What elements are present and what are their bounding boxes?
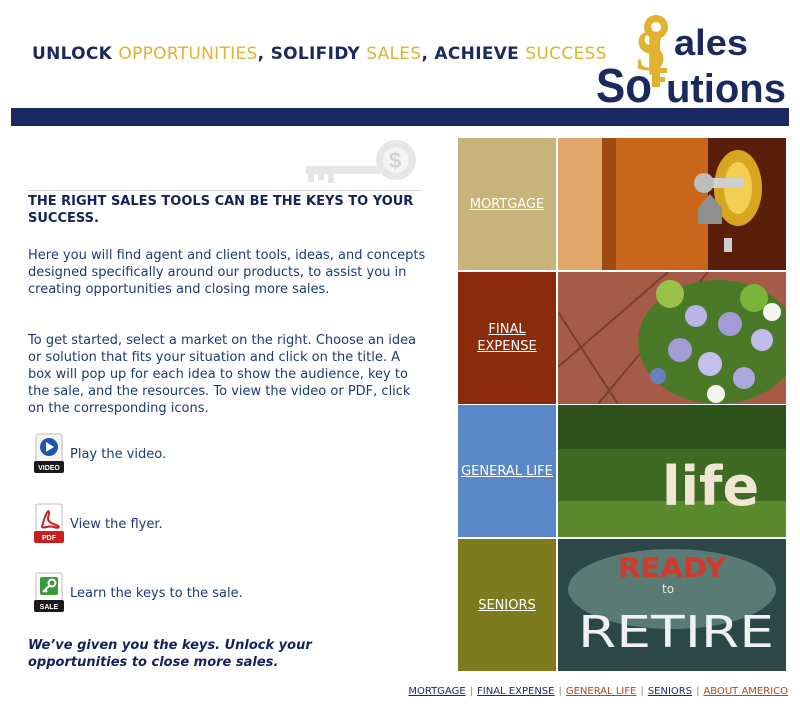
market-link-general-life[interactable]: GENERAL LIFE	[461, 463, 553, 480]
photo-text-retire: RETIRE	[578, 607, 774, 658]
action-label: Learn the keys to the sale.	[70, 585, 243, 601]
photo-text-to: to	[662, 582, 674, 596]
view-flyer-item[interactable]: PDF View the flyer.	[34, 503, 163, 545]
footer-link-general-life[interactable]: GENERAL LIFE	[566, 686, 637, 697]
key-in-door-photo[interactable]	[558, 138, 786, 270]
market-tile-general-life[interactable]: GENERAL LIFE life	[458, 405, 786, 537]
market-tile-final-expense[interactable]: FINAL EXPENSE	[458, 272, 786, 404]
market-tile-seniors[interactable]: SENIORS READY to RETIRE	[458, 539, 786, 671]
header-bar	[11, 108, 789, 126]
market-label-cell[interactable]: FINAL EXPENSE	[458, 272, 556, 404]
market-label-cell[interactable]: SENIORS	[458, 539, 556, 671]
sales-solutions-logo[interactable]: $ ales So utions	[596, 10, 788, 108]
key-watermark-icon: $	[306, 140, 416, 183]
tagline: UNLOCK OPPORTUNITIES, SOLIFIDY SALES, AC…	[32, 44, 607, 64]
logo-line2-b: utions	[666, 67, 786, 108]
action-label: Play the video.	[70, 446, 167, 462]
footer-links: MORTGAGE | FINAL EXPENSE | GENERAL LIFE | SENI…	[408, 686, 788, 697]
divider	[28, 190, 421, 191]
footer-separator: |	[469, 686, 474, 697]
intro-heading: THE RIGHT SALES TOOLS CAN BE THE KEYS TO…	[28, 194, 414, 226]
market-link-seniors[interactable]: SENIORS	[478, 597, 536, 614]
footer-link-mortgage[interactable]: MORTGAGE	[408, 686, 465, 697]
market-link-mortgage[interactable]: MORTGAGE	[470, 196, 545, 213]
action-label: View the flyer.	[70, 516, 163, 532]
footer-separator: |	[640, 686, 644, 697]
ready-to-retire-photo[interactable]: READY to RETIRE	[558, 539, 786, 671]
intro-paragraph: Here you will find agent and client tool…	[28, 248, 426, 297]
tagline-part: , SOLIFIDY	[257, 44, 367, 64]
instructions-paragraph: To get started, select a market on the r…	[28, 333, 417, 416]
market-label-cell[interactable]: GENERAL LIFE	[458, 405, 556, 537]
video-icon[interactable]: VIDEO	[34, 433, 66, 475]
sale-key-icon[interactable]: SALE	[34, 572, 66, 614]
logo-line1: ales	[674, 22, 748, 63]
video-badge: VIDEO	[38, 465, 60, 472]
footer-link-final-expense[interactable]: FINAL EXPENSE	[477, 686, 554, 697]
market-label-cell[interactable]: MORTGAGE	[458, 138, 556, 270]
market-tile-mortgage[interactable]: MORTGAGE	[458, 138, 786, 270]
tagline-part: SALES	[366, 44, 422, 64]
tagline-part: , ACHIEVE	[421, 44, 526, 64]
tagline-part: OPPORTUNITIES	[118, 44, 258, 64]
footer-link-seniors[interactable]: SENIORS	[648, 686, 692, 697]
life-letters-on-grass-photo[interactable]: life	[558, 405, 786, 537]
keys-to-sale-item[interactable]: SALE Learn the keys to the sale.	[34, 572, 243, 614]
market-link-final-expense[interactable]: FINAL EXPENSE	[458, 321, 556, 355]
svg-text:$: $	[389, 148, 401, 173]
tagline-part: SUCCESS	[525, 44, 607, 64]
footer-separator: |	[696, 686, 700, 697]
tagline-part: UNLOCK	[32, 44, 119, 64]
photo-text-life: life	[662, 455, 759, 518]
footer-link-about-americo[interactable]: ABOUT AMERICO	[703, 686, 788, 697]
pdf-badge: PDF	[42, 535, 57, 542]
logo-line2-a: So	[596, 60, 652, 108]
flowers-photo[interactable]	[558, 272, 786, 404]
footer-separator: |	[558, 686, 562, 697]
closing-statement: We’ve given you the keys. Unlock your op…	[28, 638, 312, 670]
photo-text-ready: READY	[618, 551, 727, 584]
sale-badge: SALE	[40, 604, 59, 611]
pdf-icon[interactable]: PDF	[34, 503, 66, 545]
play-video-item[interactable]: VIDEO Play the video.	[34, 433, 166, 475]
